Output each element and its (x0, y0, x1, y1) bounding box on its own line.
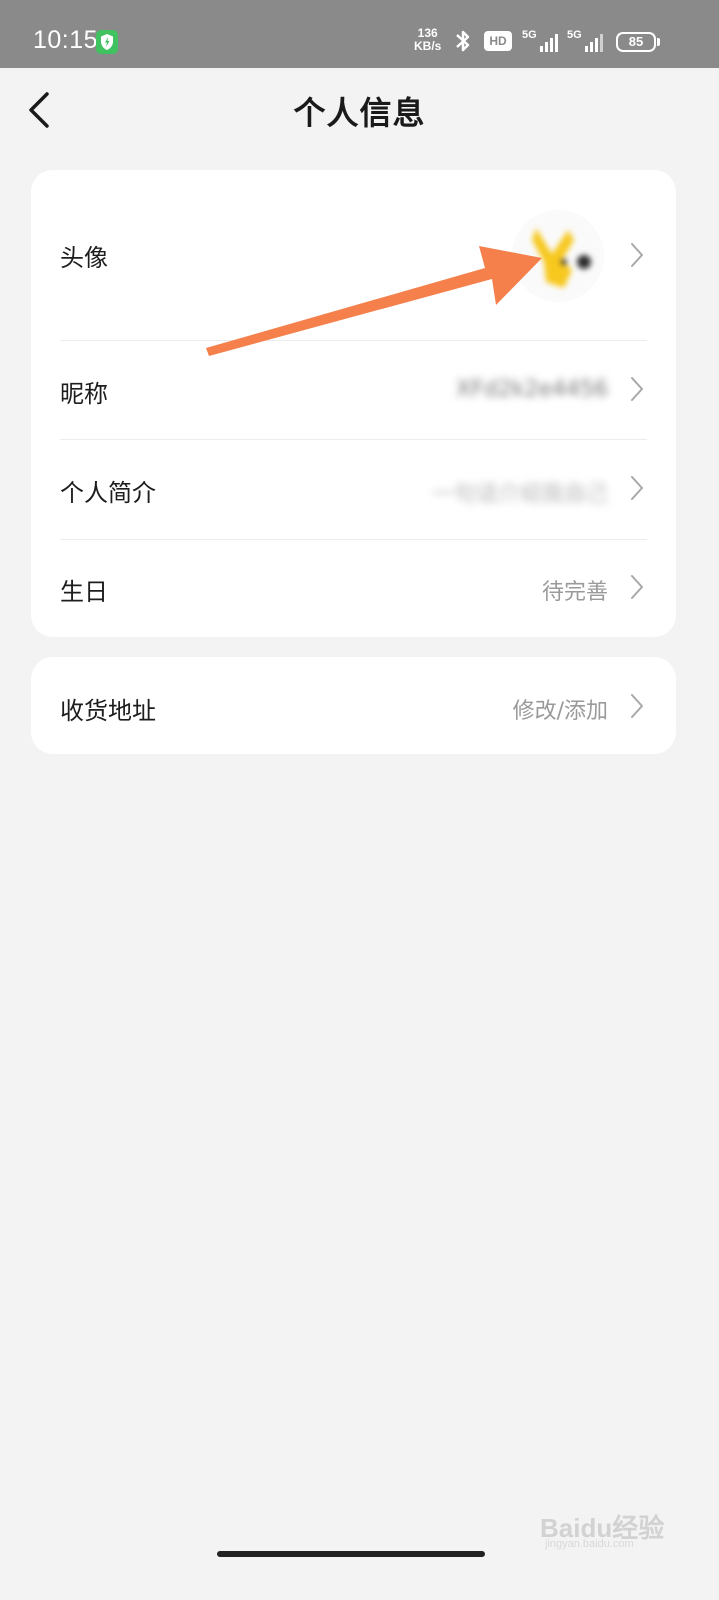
signal-1-label: 5G (522, 29, 537, 41)
address-row[interactable]: 收货地址 修改/添加 (31, 657, 676, 754)
avatar[interactable] (512, 210, 604, 302)
status-time: 10:15 (33, 26, 99, 54)
address-value: 修改/添加 (512, 699, 608, 724)
chevron-right-icon (631, 243, 643, 267)
battery-level: 85 (628, 34, 644, 49)
avatar-row[interactable]: 头像 (31, 170, 676, 340)
signal-2-label: 5G (567, 29, 582, 41)
battery-tip (657, 38, 660, 46)
nickname-value: XFd2k2e4456 (456, 377, 608, 402)
signal-bars-icon (540, 34, 558, 52)
chevron-right-icon (631, 694, 643, 718)
signal-bars-icon (585, 34, 603, 52)
bio-row[interactable]: 个人简介 一句话介绍我自己 (31, 439, 676, 539)
nickname-row[interactable]: 昵称 XFd2k2e4456 (31, 340, 676, 439)
address-card: 收货地址 修改/添加 (31, 657, 676, 754)
bluetooth-icon (456, 30, 470, 52)
watermark-url: jingyan.baidu.com (545, 1538, 634, 1550)
bio-label: 个人简介 (60, 479, 156, 507)
avatar-image (512, 210, 604, 302)
hd-label: HD (489, 34, 507, 48)
avatar-row-label: 头像 (60, 244, 108, 272)
chevron-right-icon (631, 476, 643, 500)
birthday-label: 生日 (60, 578, 108, 606)
network-speed-unit: KB/s (414, 39, 442, 53)
address-label: 收货地址 (60, 697, 156, 725)
chevron-right-icon (631, 575, 643, 599)
bio-value: 一句话介绍我自己 (431, 482, 608, 507)
birthday-value: 待完善 (541, 580, 608, 605)
home-indicator[interactable] (217, 1551, 485, 1557)
chevron-right-icon (631, 377, 643, 401)
hd-voice-icon: HD (484, 31, 512, 51)
battery-icon: 85 (616, 32, 656, 52)
network-speed: 136 KB/s (414, 27, 441, 53)
birthday-row[interactable]: 生日 待完善 (31, 539, 676, 637)
nickname-label: 昵称 (60, 380, 108, 408)
profile-info-card: 头像 昵称 XFd2k2e4456 个人简介 一句话介绍我自己 生日 待完善 (31, 170, 676, 637)
navigation-bar: 个人信息 (0, 68, 719, 154)
security-shield-icon (96, 30, 118, 54)
page-title: 个人信息 (293, 94, 426, 132)
status-bar: 10:15 136 KB/s HD 5G 5G 85 (0, 0, 719, 68)
